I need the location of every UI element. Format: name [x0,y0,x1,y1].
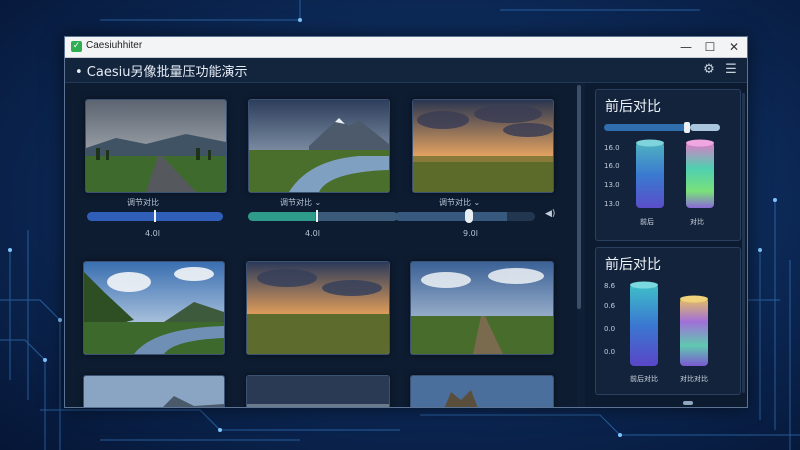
slider-value: 4.0l [305,229,320,238]
image-gallery: 调节对比 4.0l 调节对比 ⌄ 4.0l 调节对比 ⌄ 9.0l ◀) [65,83,577,407]
chevron-down-icon[interactable]: ⌄ [474,198,481,207]
axis-tick: 13.0 [604,200,620,208]
comparison-card: 前后对比 8.6 0.6 0.0 0.0 前后对比 对比对比 [595,247,741,395]
slider-knob[interactable] [316,210,318,222]
window-title: Caesiuhhiter [86,40,143,51]
axis-tick: 0.0 [604,325,616,333]
comparison-card: 前后对比 16.0 16.0 13.0 13.0 前后 对比 [595,89,741,241]
axis-tick: 0.0 [604,348,616,356]
slider-value: 9.0l [463,229,478,238]
image-thumbnail[interactable] [83,261,225,355]
axis-tick: 8.6 [604,282,616,290]
image-thumbnail[interactable] [85,99,227,193]
slider-value: 4.0l [145,229,160,238]
panel-scrollbar[interactable] [742,93,745,393]
image-thumbnail[interactable] [246,261,390,355]
app-window: ✓ Caesiuhhiter — ☐ ✕ • Caesiu另像批量压功能演示 ⚙… [64,36,748,408]
card-title: 前后对比 [605,257,661,273]
gallery-scrollbar[interactable] [577,85,581,309]
progress-knob[interactable] [684,122,690,133]
gear-icon[interactable]: ⚙ [701,62,717,78]
title-bar: ✓ Caesiuhhiter — ☐ ✕ [65,37,747,58]
before-cylinder [636,139,664,208]
chevron-down-icon[interactable]: ⌄ [315,198,322,207]
speaker-icon[interactable]: ◀) [545,209,555,219]
app-title: • Caesiu另像批量压功能演示 [75,65,248,80]
axis-tick: 16.0 [604,162,620,170]
image-thumbnail[interactable] [83,375,225,407]
slider-knob[interactable] [154,210,156,222]
maximize-button[interactable]: ☐ [698,37,722,57]
app-toolbar: • Caesiu另像批量压功能演示 ⚙ ☰ [65,58,747,83]
axis-tick: 0.6 [604,302,616,310]
image-thumbnail[interactable] [412,99,554,193]
after-cylinder [686,139,714,208]
image-thumbnail[interactable] [248,99,390,193]
slider-knob[interactable] [465,209,473,223]
close-button[interactable]: ✕ [722,37,746,57]
image-thumbnail[interactable] [246,375,390,407]
adjust-slider[interactable] [248,212,398,221]
slider-label: 调节对比 ⌄ [439,198,481,207]
minimize-button[interactable]: — [674,37,698,57]
image-thumbnail[interactable] [410,261,554,355]
axis-tick: 13.0 [604,181,620,189]
after-cylinder [680,295,708,366]
slider-label: 调节对比 ⌄ [280,198,322,207]
slider-label: 调节对比 [127,198,159,207]
card-title: 前后对比 [605,99,661,115]
pager-dot[interactable] [683,401,693,405]
hamburger-icon[interactable]: ☰ [723,62,739,78]
cylinder-label: 前后 [640,218,654,226]
cylinder-label: 对比 [690,218,704,226]
comparison-panel: 前后对比 16.0 16.0 13.0 13.0 前后 对比 前后对比 8.6 … [585,83,747,407]
image-thumbnail[interactable] [410,375,554,407]
cylinder-label: 对比对比 [680,375,708,383]
cylinder-label: 前后对比 [630,375,658,383]
app-icon: ✓ [71,41,82,52]
before-cylinder [630,281,658,366]
progress-bar-track [690,124,720,131]
progress-bar [604,124,690,131]
axis-tick: 16.0 [604,144,620,152]
